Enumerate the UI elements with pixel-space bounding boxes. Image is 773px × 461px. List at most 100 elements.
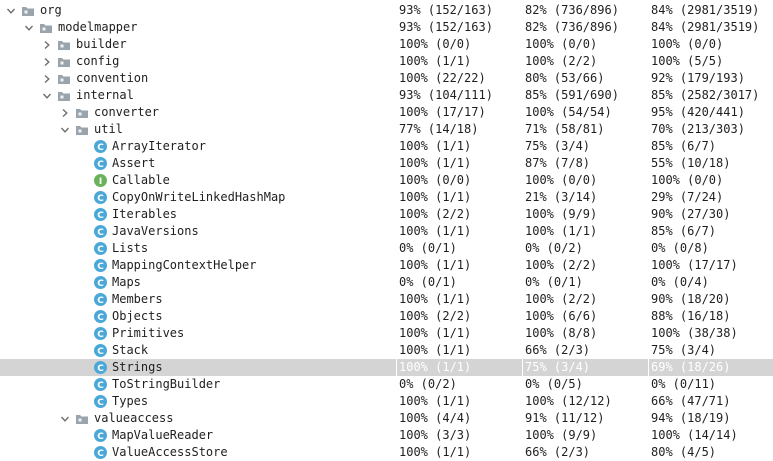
chevron-down-icon[interactable] [4, 2, 18, 19]
tree-node-name[interactable]: converter [58, 104, 159, 121]
svg-text:C: C [97, 211, 104, 221]
tree-row-package[interactable]: internal 93% (104/111) 85% (591/690) 85% (2… [0, 87, 773, 104]
tree-row-class[interactable]: C Maps 0% (0/1) 0% (0/1) 0% (0/4) [0, 274, 773, 291]
tree-node-name[interactable]: util [58, 121, 123, 138]
method-coverage-cell: 100% (9/9) [525, 428, 598, 442]
method-coverage-cell: 100% (2/2) [525, 292, 598, 306]
class-coverage-cell: 93% (152/163) [399, 3, 493, 17]
tree-row-package[interactable]: org 93% (152/163) 82% (736/896) 84% (2981/3… [0, 2, 773, 19]
svg-text:C: C [97, 432, 104, 442]
tree-node-name[interactable]: C Objects [76, 308, 163, 325]
package-folder-icon [74, 122, 90, 138]
tree-row-package[interactable]: converter 100% (17/17) 100% (54/54) 95% (42… [0, 104, 773, 121]
chevron-down-icon[interactable] [22, 19, 36, 36]
tree-row-package[interactable]: config 100% (1/1) 100% (2/2) 100% (5/5) [0, 53, 773, 70]
tree-node-name[interactable]: modelmapper [22, 19, 137, 36]
tree-node-name[interactable]: convention [40, 70, 148, 87]
chevron-right-icon[interactable] [40, 70, 54, 87]
tree-row-class[interactable]: C JavaVersions 100% (1/1) 100% (1/1) 85% (6/… [0, 223, 773, 240]
method-coverage-cell: 100% (0/0) [525, 173, 598, 187]
class-icon: C [92, 275, 108, 291]
tree-node-name[interactable]: C ToStringBuilder [76, 376, 220, 393]
tree-node-name[interactable]: C Types [76, 393, 148, 410]
tree-node-name[interactable]: C Maps [76, 274, 141, 291]
tree-row-class[interactable]: C MappingContextHelper 100% (1/1) 100% (2/2… [0, 257, 773, 274]
class-coverage-cell: 100% (1/1) [399, 360, 472, 374]
tree-node-label: Maps [112, 275, 141, 289]
tree-node-name[interactable]: C Lists [76, 240, 148, 257]
tree-row-class[interactable]: C CopyOnWriteLinkedHashMap 100% (1/1) 21% (… [0, 189, 773, 206]
tree-row-class[interactable]: C Types 100% (1/1) 100% (12/12) 66% (47/71) [0, 393, 773, 410]
class-icon: C [92, 326, 108, 342]
tree-node-label: builder [76, 37, 127, 51]
tree-node-name[interactable]: C Strings [76, 359, 163, 376]
chevron-down-icon[interactable] [40, 87, 54, 104]
line-coverage-cell: 100% (5/5) [651, 54, 724, 68]
line-coverage-cell: 94% (18/19) [651, 411, 731, 425]
chevron-down-icon[interactable] [58, 410, 72, 427]
tree-row-class[interactable]: I Callable 100% (0/0) 100% (0/0) 100% (0/0) [0, 172, 773, 189]
line-coverage-cell: 100% (38/38) [651, 326, 738, 340]
tree-node-name[interactable]: builder [40, 36, 127, 53]
tree-row-class[interactable]: C Primitives 100% (1/1) 100% (8/8) 100% (38/… [0, 325, 773, 342]
tree-node-name[interactable]: C Assert [76, 155, 155, 172]
tree-row-package[interactable]: builder 100% (0/0) 100% (0/0) 100% (0/0) [0, 36, 773, 53]
line-coverage-cell: 84% (2981/3519) [651, 3, 760, 17]
class-coverage-cell: 100% (1/1) [399, 54, 472, 68]
tree-node-name[interactable]: C Primitives [76, 325, 184, 342]
tree-node-label: modelmapper [58, 20, 138, 34]
tree-row-class[interactable]: C Strings 100% (1/1) 75% (3/4) 69% (18/26) [0, 359, 773, 376]
class-icon: C [92, 156, 108, 172]
tree-node-name[interactable]: valueaccess [58, 410, 173, 427]
chevron-right-icon[interactable] [58, 104, 72, 121]
tree-node-name[interactable]: C MappingContextHelper [76, 257, 257, 274]
class-coverage-cell: 100% (1/1) [399, 190, 472, 204]
tree-node-name[interactable]: C Members [76, 291, 163, 308]
tree-row-class[interactable]: C ToStringBuilder 0% (0/2) 0% (0/5) 0% (0/11… [0, 376, 773, 393]
coverage-tree[interactable]: org 93% (152/163) 82% (736/896) 84% (2981/3… [0, 0, 773, 461]
class-coverage-cell: 0% (0/2) [399, 377, 457, 391]
method-coverage-cell: 100% (8/8) [525, 326, 598, 340]
class-coverage-cell: 77% (14/18) [399, 122, 479, 136]
tree-row-class[interactable]: C Stack 100% (1/1) 66% (2/3) 75% (3/4) [0, 342, 773, 359]
class-coverage-cell: 93% (104/111) [399, 88, 493, 102]
tree-row-package[interactable]: modelmapper 93% (152/163) 82% (736/896) 84%… [0, 19, 773, 36]
tree-row-class[interactable]: C Lists 0% (0/1) 0% (0/2) 0% (0/8) [0, 240, 773, 257]
class-coverage-cell: 100% (0/0) [399, 37, 472, 51]
tree-node-name[interactable]: C CopyOnWriteLinkedHashMap [76, 189, 285, 206]
tree-row-class[interactable]: C MapValueReader 100% (3/3) 100% (9/9) 100% … [0, 427, 773, 444]
tree-node-name[interactable]: C JavaVersions [76, 223, 199, 240]
tree-row-class[interactable]: C Iterables 100% (2/2) 100% (9/9) 90% (27/30… [0, 206, 773, 223]
tree-row-class[interactable]: C Objects 100% (2/2) 100% (6/6) 88% (16/18) [0, 308, 773, 325]
tree-node-name[interactable]: org [4, 2, 62, 19]
class-coverage-cell: 100% (1/1) [399, 258, 472, 272]
tree-row-class[interactable]: C Members 100% (1/1) 100% (2/2) 90% (18/20) [0, 291, 773, 308]
tree-row-package[interactable]: util 77% (14/18) 71% (58/81) 70% (213/303) [0, 121, 773, 138]
tree-node-name[interactable]: C Iterables [76, 206, 177, 223]
tree-row-package[interactable]: valueaccess 100% (4/4) 91% (11/12) 94% (18/… [0, 410, 773, 427]
tree-row-class[interactable]: C ArrayIterator 100% (1/1) 75% (3/4) 85% (6/… [0, 138, 773, 155]
tree-node-name[interactable]: internal [40, 87, 134, 104]
class-icon: C [92, 343, 108, 359]
tree-node-label: Assert [112, 156, 156, 170]
tree-node-name[interactable]: C ArrayIterator [76, 138, 206, 155]
tree-node-name[interactable]: C Stack [76, 342, 148, 359]
tree-node-label: CopyOnWriteLinkedHashMap [112, 190, 286, 204]
tree-node-name[interactable]: C MapValueReader [76, 427, 213, 444]
tree-row-class[interactable]: C ValueAccessStore 100% (1/1) 66% (2/3) 80% … [0, 444, 773, 461]
tree-node-label: ValueAccessStore [112, 445, 228, 459]
chevron-down-icon[interactable] [58, 121, 72, 138]
chevron-right-icon[interactable] [40, 53, 54, 70]
tree-row-package[interactable]: convention 100% (22/22) 80% (53/66) 92% (17… [0, 70, 773, 87]
chevron-right-icon[interactable] [40, 36, 54, 53]
tree-node-name[interactable]: config [40, 53, 119, 70]
tree-node-name[interactable]: C ValueAccessStore [76, 444, 228, 461]
method-coverage-cell: 85% (591/690) [525, 88, 619, 102]
tree-row-class[interactable]: C Assert 100% (1/1) 87% (7/8) 55% (10/18) [0, 155, 773, 172]
tree-node-name[interactable]: I Callable [76, 172, 170, 189]
